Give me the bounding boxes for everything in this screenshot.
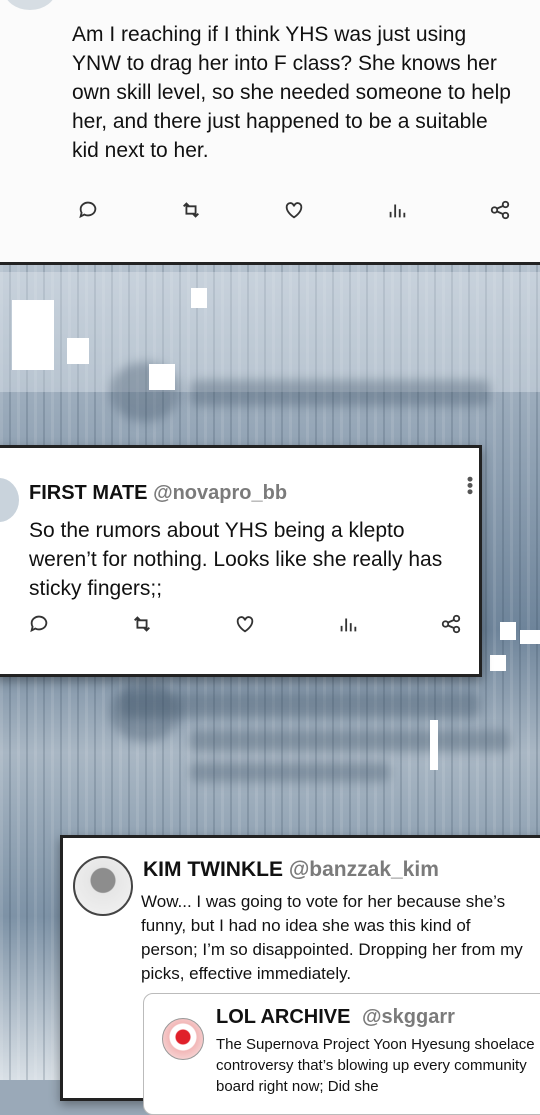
blurred-username-row (190, 380, 490, 406)
retweet-icon[interactable] (130, 612, 154, 636)
glitch-block (430, 720, 438, 770)
tweet-card-middle: FIRST MATE @novapro_bb ••• So the rumors… (0, 445, 482, 677)
glitch-block (191, 288, 207, 308)
user-handle[interactable]: @skggarr (362, 1006, 455, 1028)
tweet-header: FIRST MATE @novapro_bb (29, 482, 287, 505)
quoted-tweet[interactable]: LOL ARCHIVE @skggarr The Supernova Proje… (143, 993, 540, 1115)
avatar[interactable] (162, 1018, 204, 1060)
glitch-block (520, 630, 540, 644)
tweet-text: Am I reaching if I think YHS was just us… (72, 23, 511, 162)
user-handle[interactable]: @novapro_bb (153, 482, 287, 504)
reply-icon[interactable] (27, 612, 51, 636)
background-band (0, 272, 540, 392)
glitch-block (500, 622, 516, 640)
glitch-block (12, 300, 54, 370)
blurred-text-row (190, 762, 390, 782)
glitch-block (149, 364, 175, 390)
tweet-card-bottom: KIM TWINKLE @banzzak_kim Wow... I was go… (60, 835, 540, 1115)
retweet-icon[interactable] (179, 198, 203, 222)
display-name[interactable]: LOL ARCHIVE (216, 1006, 350, 1028)
tweet-text: So the rumors about YHS being a klepto w… (29, 519, 443, 600)
like-icon[interactable] (233, 612, 257, 636)
share-icon[interactable] (488, 198, 512, 222)
quoted-tweet-text: The Supernova Project Yoon Hyesung shoel… (216, 1036, 535, 1095)
like-icon[interactable] (282, 198, 306, 222)
blurred-avatar (110, 682, 180, 742)
display-name[interactable]: KIM TWINKLE (143, 858, 283, 881)
tweet-card-top: Am I reaching if I think YHS was just us… (0, 0, 540, 265)
glitch-block (67, 338, 89, 364)
tweet-header: KIM TWINKLE @banzzak_kim (143, 858, 439, 882)
more-icon[interactable]: ••• (460, 476, 480, 495)
quoted-tweet-header: LOL ARCHIVE @skggarr (216, 1006, 455, 1029)
stats-icon[interactable] (385, 198, 409, 222)
display-name[interactable]: FIRST MATE (29, 482, 148, 504)
avatar[interactable] (73, 856, 133, 916)
reply-icon[interactable] (76, 198, 100, 222)
tweet-text: Wow... I was going to vote for her becau… (141, 892, 523, 983)
tweet-actions (76, 198, 512, 222)
glitch-block (490, 655, 506, 671)
stats-icon[interactable] (336, 612, 360, 636)
user-handle[interactable]: @banzzak_kim (289, 858, 439, 881)
avatar (4, 0, 56, 10)
share-icon[interactable] (439, 612, 463, 636)
blurred-text-row (190, 730, 510, 752)
avatar (0, 478, 19, 522)
tweet-actions (27, 612, 463, 636)
